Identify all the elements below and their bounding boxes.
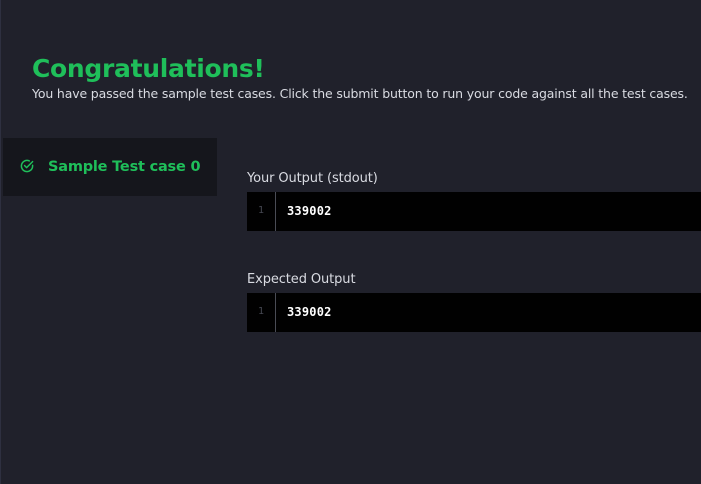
expected-output-label: Expected Output [247,272,356,287]
testcase-item-sample-0[interactable]: Sample Test case 0 [3,138,217,196]
line-gutter: 1 [247,192,276,231]
result-message: You have passed the sample test cases. C… [32,86,688,101]
line-number: 1 [257,205,265,216]
result-title: Congratulations! [32,54,265,83]
expected-output-box: 1 339002 [247,293,701,332]
your-output-box: 1 339002 [247,192,701,231]
check-circle-icon [20,159,34,173]
your-output-label: Your Output (stdout) [247,171,378,186]
line-gutter: 1 [247,293,276,332]
expected-output-value: 339002 [287,305,332,319]
testcase-label: Sample Test case 0 [48,159,201,175]
panel-border [0,0,1,484]
line-number: 1 [257,306,265,317]
your-output-value: 339002 [287,204,332,218]
